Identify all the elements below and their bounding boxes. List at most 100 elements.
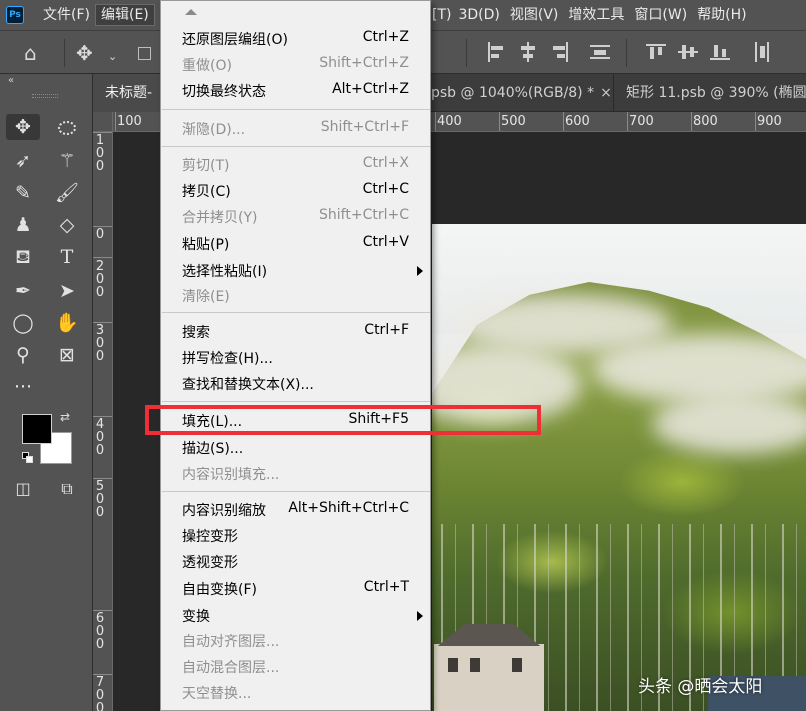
align-center-h-icon[interactable] <box>518 42 538 62</box>
menu-bar-right: [T) 3D(D) 视图(V) 增效工具 窗口(W) 帮助(H) <box>432 4 752 26</box>
menu-item-label: 清除(E) <box>182 289 230 305</box>
menu-item-transform[interactable]: 变换 <box>161 603 430 629</box>
magic-wand-tool-icon[interactable]: ⚚ <box>50 148 84 174</box>
menu-3d[interactable]: 3D(D) <box>453 4 504 26</box>
menu-item-label: 变换 <box>182 609 210 625</box>
menu-item-perspective-warp[interactable]: 透视变形 <box>161 549 430 575</box>
menu-view[interactable]: 视图(V) <box>505 4 564 26</box>
more-tools-icon[interactable]: ··· <box>6 374 40 400</box>
menu-item-shortcut: Shift+Ctrl+C <box>319 207 409 223</box>
menu-separator <box>162 109 430 110</box>
align-middle-v-icon[interactable] <box>678 42 698 62</box>
menu-item-label: 合并拷贝(Y) <box>182 210 258 226</box>
menu-item-toggle-last-state[interactable]: 切换最终状态 Alt+Ctrl+Z <box>161 78 430 104</box>
quick-mask-icon[interactable]: ◫ <box>6 476 40 502</box>
type-tool-icon[interactable]: T <box>50 244 84 270</box>
menu-item-sky-replacement[interactable]: 天空替换... <box>161 680 430 706</box>
menu-item-find-replace[interactable]: 查找和替换文本(X)... <box>161 371 430 397</box>
paint-bucket-tool-icon[interactable]: ⛾ <box>6 244 40 270</box>
frame-tool-icon[interactable]: ⊠ <box>50 342 84 368</box>
align-top-icon[interactable] <box>646 42 666 62</box>
menu-item-copy[interactable]: 拷贝(C) Ctrl+C <box>161 178 430 204</box>
align-bottom-icon[interactable] <box>710 42 730 62</box>
align-left-icon[interactable] <box>486 42 506 62</box>
eyedropper-tool-icon[interactable]: ✎ <box>6 180 40 206</box>
ruler-label: 100 <box>117 114 142 129</box>
ruler-label: 0 <box>95 227 105 242</box>
stamp-tool-icon[interactable]: ♟ <box>6 212 40 238</box>
submenu-arrow-icon <box>417 266 423 276</box>
zoom-tool-icon[interactable]: ⚲ <box>6 342 40 368</box>
menu-item-clear[interactable]: 清除(E) <box>161 283 430 309</box>
vertical-ruler[interactable]: 1 0 0 0 2 0 0 3 0 0 4 0 0 5 0 0 6 0 0 7 … <box>93 132 113 711</box>
marquee-tool-icon[interactable] <box>50 114 84 140</box>
tab-rect11[interactable]: 矩形 11.psb @ 390% (椭圆 <box>613 74 806 112</box>
hand-tool-icon[interactable]: ✋ <box>50 310 84 336</box>
menu-item-redo[interactable]: 重做(O) Shift+Ctrl+Z <box>161 52 430 78</box>
menu-item-auto-align-layers[interactable]: 自动对齐图层... <box>161 628 430 654</box>
brush-tool-icon[interactable]: 🖌 <box>50 180 84 206</box>
screen-mode-icon[interactable]: ⧉ <box>50 476 84 502</box>
menu-type-partial[interactable]: [T) <box>432 4 453 26</box>
menu-separator <box>162 312 430 313</box>
ruler-label: 600 <box>565 114 590 129</box>
distribute-icon[interactable] <box>590 42 610 62</box>
menu-item-label: 描边(S)... <box>182 441 244 457</box>
home-icon[interactable]: ⌂ <box>24 43 37 63</box>
document-photo[interactable] <box>432 224 806 711</box>
menu-item-auto-blend-layers[interactable]: 自动混合图层... <box>161 654 430 680</box>
menu-item-shortcut: Ctrl+V <box>362 234 409 250</box>
menu-edit[interactable]: 编辑(E) <box>94 4 155 26</box>
menu-window[interactable]: 窗口(W) <box>629 4 692 26</box>
menu-item-cut[interactable]: 剪切(T) Ctrl+X <box>161 152 430 178</box>
ruler-corner[interactable] <box>93 112 113 132</box>
menu-item-free-transform[interactable]: 自由变换(F) Ctrl+T <box>161 576 430 602</box>
photo-house-window <box>470 658 480 672</box>
menu-file[interactable]: 文件(F) <box>38 4 95 26</box>
ellipse-tool-icon[interactable]: ◯ <box>6 310 40 336</box>
menu-item-label: 粘贴(P) <box>182 237 230 253</box>
lasso-tool-icon[interactable]: ➶ <box>6 148 40 174</box>
swap-colors-icon[interactable]: ⇄ <box>60 410 70 424</box>
tab-label: psb @ 1040%(RGB/8) * <box>431 85 595 101</box>
tools-panel: « ✥ ➶ ⚚ ✎ 🖌 ♟ ◇ ⛾ T ✒ ➤ ◯ ✋ ⚲ ⊠ ··· ⇄ ◫ … <box>0 74 93 711</box>
menu-item-paste-special[interactable]: 选择性粘贴(I) <box>161 258 430 284</box>
menu-item-content-aware-scale[interactable]: 内容识别缩放 Alt+Shift+Ctrl+C <box>161 497 430 523</box>
photo-house-window <box>448 658 458 672</box>
chevron-down-icon[interactable]: ⌄ <box>108 47 117 67</box>
menu-item-label: 还原图层编组(O) <box>182 32 288 48</box>
ruler-label: 0 <box>95 159 105 174</box>
menu-item-label: 透视变形 <box>182 555 238 571</box>
move-icon[interactable]: ✥ <box>76 43 93 63</box>
scroll-up-arrow-icon[interactable] <box>185 9 197 15</box>
move-tool-icon[interactable]: ✥ <box>6 114 40 140</box>
menu-item-spell-check[interactable]: 拼写检查(H)... <box>161 345 430 371</box>
pen-tool-icon[interactable]: ✒ <box>6 278 40 304</box>
foreground-color-swatch[interactable] <box>22 414 52 444</box>
menu-item-stroke[interactable]: 描边(S)... <box>161 435 430 461</box>
menu-item-copy-merged[interactable]: 合并拷贝(Y) Shift+Ctrl+C <box>161 204 430 230</box>
close-tab-icon[interactable]: × <box>600 85 612 101</box>
menu-item-search[interactable]: 搜索 Ctrl+F <box>161 319 430 345</box>
menu-item-fade[interactable]: 渐隐(D)... Shift+Ctrl+F <box>161 116 430 142</box>
collapse-panel-icon[interactable]: « <box>8 75 14 86</box>
menu-item-label: 重做(O) <box>182 58 232 74</box>
path-select-tool-icon[interactable]: ➤ <box>50 278 84 304</box>
menu-help[interactable]: 帮助(H) <box>692 4 751 26</box>
menu-item-undo[interactable]: 还原图层编组(O) Ctrl+Z <box>161 26 430 52</box>
photoshop-logo[interactable]: Ps <box>6 6 24 24</box>
distribute-v-icon[interactable] <box>752 42 772 62</box>
tab-psb-1040[interactable]: psb @ 1040%(RGB/8) * × <box>427 74 612 112</box>
tab-untitled[interactable]: 未标题- <box>93 74 163 112</box>
default-colors-icon[interactable] <box>22 452 34 464</box>
menu-plugins[interactable]: 增效工具 <box>563 4 629 26</box>
align-right-icon[interactable] <box>550 42 570 62</box>
menu-item-puppet-warp[interactable]: 操控变形 <box>161 523 430 549</box>
ruler-label: 500 <box>501 114 526 129</box>
menu-item-content-aware-fill[interactable]: 内容识别填充... <box>161 461 430 487</box>
auto-select-checkbox[interactable] <box>138 47 151 60</box>
menu-item-paste[interactable]: 粘贴(P) Ctrl+V <box>161 231 430 257</box>
menu-item-shortcut: Ctrl+F <box>364 322 409 338</box>
eraser-tool-icon[interactable]: ◇ <box>50 212 84 238</box>
panel-grip[interactable] <box>32 94 58 98</box>
